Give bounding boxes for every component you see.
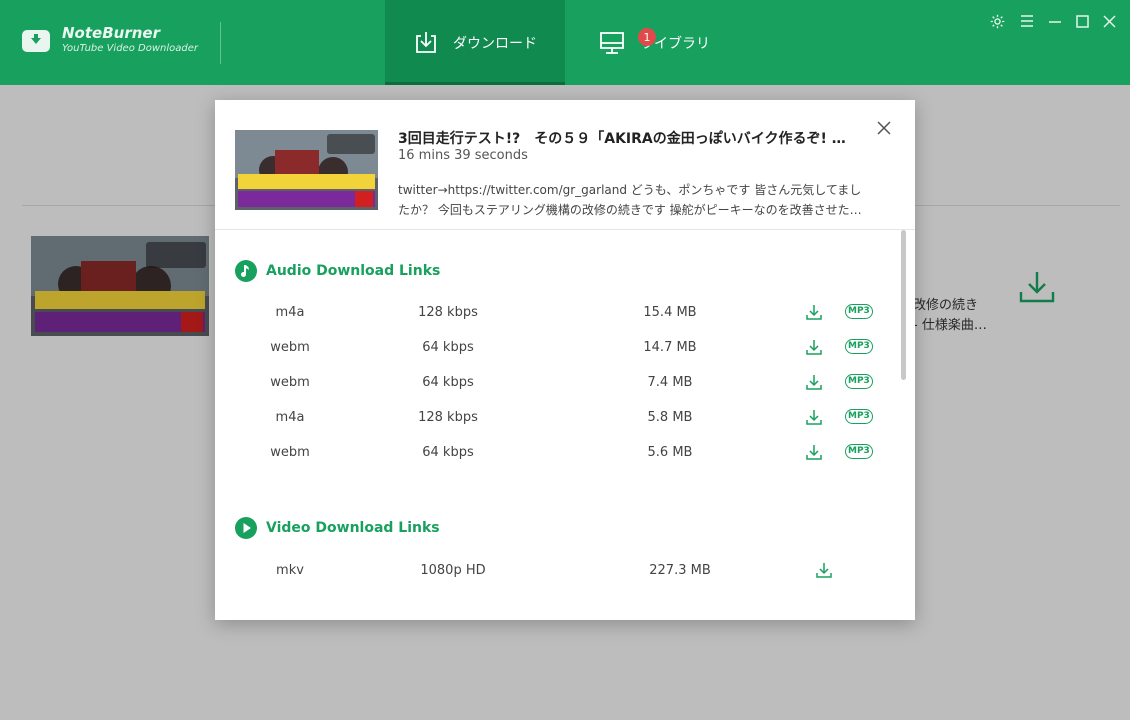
- dialog-video-description: twitter→https://twitter.com/gr_garland ど…: [398, 183, 862, 217]
- maximize-icon[interactable]: [1073, 12, 1091, 30]
- tab-download-label: ダウンロード: [453, 35, 537, 52]
- tab-library[interactable]: 1 ライブラリ: [598, 0, 758, 85]
- video-row: mkv 1080p HD 227.3 MB: [215, 555, 895, 590]
- brand-subtitle: YouTube Video Downloader: [62, 43, 198, 54]
- music-note-icon: [235, 260, 257, 282]
- minimize-icon[interactable]: [1046, 12, 1064, 30]
- video-section-heading: Video Download Links: [235, 517, 440, 539]
- monitor-icon: [598, 30, 626, 56]
- audio-row: webm 64 kbps 7.4 MB MP3: [215, 367, 895, 402]
- app-logo-icon: [22, 30, 50, 52]
- download-icon[interactable]: [805, 338, 823, 360]
- convert-mp3-button[interactable]: MP3: [845, 339, 873, 354]
- brand-name: NoteBurner: [62, 24, 160, 42]
- gear-icon[interactable]: [988, 12, 1006, 30]
- convert-mp3-button[interactable]: MP3: [845, 304, 873, 319]
- download-icon[interactable]: [805, 303, 823, 325]
- dialog-video-duration: 16 mins 39 seconds: [398, 148, 528, 163]
- convert-mp3-button[interactable]: MP3: [845, 409, 873, 424]
- download-options-dialog: 3回目走行テスト!? その５９「AKIRAの金田っぽいバイク作るぞ! … 16 …: [215, 100, 915, 620]
- audio-row: webm 64 kbps 5.6 MB MP3: [215, 437, 895, 472]
- audio-row: m4a 128 kbps 5.8 MB MP3: [215, 402, 895, 437]
- menu-icon[interactable]: [1018, 12, 1036, 30]
- dialog-video-thumbnail: [235, 130, 378, 210]
- header-divider: [220, 22, 221, 64]
- download-icon[interactable]: [805, 408, 823, 430]
- download-icon[interactable]: [805, 373, 823, 395]
- library-badge: 1: [638, 28, 656, 46]
- app-header: NoteBurner YouTube Video Downloader ダウンロ…: [0, 0, 1130, 85]
- dialog-video-title: 3回目走行テスト!? その５９「AKIRAの金田っぽいバイク作るぞ! …: [398, 131, 846, 147]
- download-icon[interactable]: [815, 561, 833, 583]
- download-tray-icon: [413, 30, 439, 56]
- convert-mp3-button[interactable]: MP3: [845, 374, 873, 389]
- play-icon: [235, 517, 257, 539]
- audio-row: m4a 128 kbps 15.4 MB MP3: [215, 297, 895, 332]
- convert-mp3-button[interactable]: MP3: [845, 444, 873, 459]
- dialog-close-icon[interactable]: [877, 120, 895, 138]
- tab-download[interactable]: ダウンロード: [385, 0, 565, 85]
- audio-row: webm 64 kbps 14.7 MB MP3: [215, 332, 895, 367]
- download-icon[interactable]: [805, 443, 823, 465]
- close-icon[interactable]: [1100, 12, 1118, 30]
- audio-section-heading: Audio Download Links: [235, 260, 440, 282]
- dialog-header-separator: [215, 229, 915, 230]
- dialog-scrollbar[interactable]: [900, 230, 908, 380]
